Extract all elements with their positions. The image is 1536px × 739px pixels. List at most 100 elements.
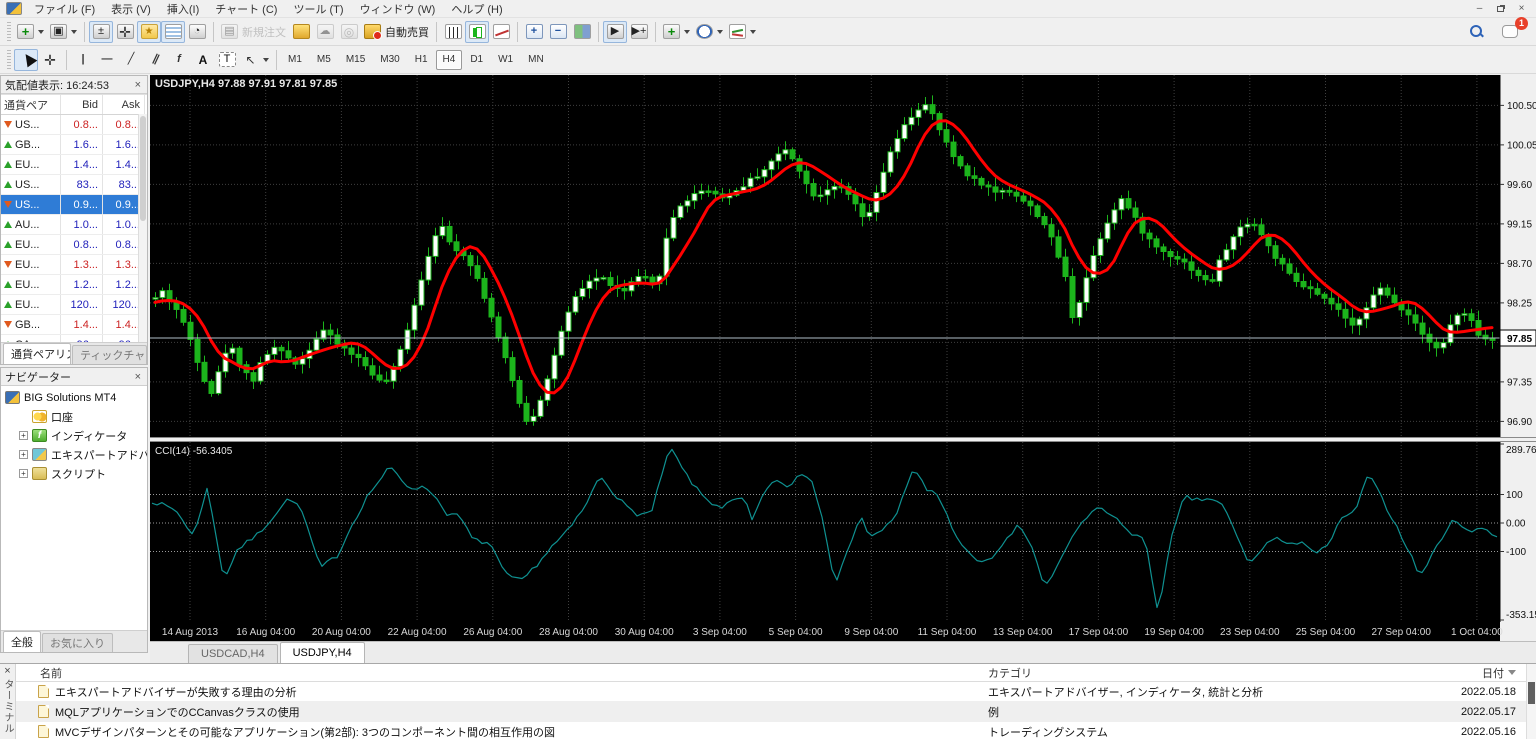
crosshair-tool-button[interactable]: ✛ (38, 49, 62, 71)
market-watch-toggle-button[interactable]: ± (89, 20, 113, 43)
timeframe-mn[interactable]: MN (521, 50, 551, 70)
timeframe-m1[interactable]: M1 (281, 50, 309, 70)
column-header-category[interactable]: カテゴリ (988, 665, 1440, 681)
timeframe-m15[interactable]: M15 (339, 50, 372, 70)
market-watch-row[interactable]: AU... 1.0... 1.0... (1, 215, 147, 235)
profiles-button[interactable]: ▣ (47, 21, 80, 43)
vertical-line-tool-button[interactable]: | (71, 49, 95, 71)
navigator-tab-1[interactable]: お気に入り (42, 633, 113, 652)
expand-icon[interactable]: + (19, 450, 28, 459)
zoom-out-button[interactable]: − (546, 21, 570, 43)
menu-item-2[interactable]: 挿入(I) (159, 3, 207, 17)
new-order-button[interactable]: ▤ 新規注文 (218, 21, 289, 43)
market-watch-row[interactable]: EU... 1.4... 1.4... (1, 155, 147, 175)
timeframe-m30[interactable]: M30 (373, 50, 406, 70)
market-watch-row[interactable]: GB... 1.4... 1.4... (1, 315, 147, 335)
menu-item-4[interactable]: ツール (T) (285, 3, 351, 17)
toolbar-separator (84, 21, 85, 42)
menu-item-5[interactable]: ウィンドウ (W) (352, 3, 444, 17)
chart-tab-usdcad-h4[interactable]: USDCAD,H4 (188, 644, 278, 663)
chart-tab-usdjpy-h4[interactable]: USDJPY,H4 (279, 642, 365, 663)
toolbox-vertical-tab[interactable]: ターミナル (0, 679, 15, 734)
bar-chart-mode-button[interactable] (441, 21, 465, 43)
menu-item-1[interactable]: 表示 (V) (103, 3, 159, 17)
column-header-bid[interactable]: Bid (61, 95, 103, 114)
column-header-symbol[interactable]: 通貨ペア (1, 95, 61, 114)
navigator-item[interactable]: + スクリプト (1, 464, 147, 483)
trendline-tool-button[interactable]: ╱ (119, 49, 143, 71)
navigator-tab-0[interactable]: 全般 (3, 631, 41, 652)
column-header-name[interactable]: 名前 (16, 665, 988, 681)
menu-item-3[interactable]: チャート (C) (207, 3, 285, 17)
close-button[interactable]: × (1513, 2, 1530, 15)
restore-button[interactable] (1492, 2, 1509, 15)
navigator-item[interactable]: 口座 (1, 407, 147, 426)
market-watch-row[interactable]: US... 0.8... 0.8... (1, 115, 147, 135)
chart-window[interactable]: 14 Aug 2013 16 Aug 04:00 20 Aug 04:00 22 Au… (150, 75, 1536, 663)
column-header-date[interactable]: 日付 (1440, 665, 1526, 681)
horizontal-line-tool-button[interactable]: — (95, 49, 119, 71)
search-button[interactable] (1464, 21, 1488, 43)
close-icon[interactable]: × (4, 665, 10, 677)
expand-icon[interactable]: + (19, 431, 28, 440)
navigator-item[interactable]: + エキスパートアドバイザ (1, 445, 147, 464)
chat-service-button[interactable]: ☁ (313, 21, 337, 43)
templates-list-button[interactable] (726, 21, 759, 43)
cursor-tool-button[interactable] (14, 48, 38, 71)
market-watch-row[interactable]: EU... 0.8... 0.8... (1, 235, 147, 255)
tile-windows-button[interactable] (570, 21, 594, 43)
shapes-tool-button[interactable]: ↖ (239, 49, 272, 71)
market-watch-tab-1[interactable]: ティックチャート (72, 345, 147, 364)
toolbar-grip[interactable] (7, 49, 11, 70)
chart-shift-button[interactable]: ▶+ (627, 21, 651, 43)
timeframe-h1[interactable]: H1 (408, 50, 435, 70)
notifications-button[interactable]: 1 (1498, 16, 1528, 43)
indicators-list-button[interactable]: + (660, 21, 693, 43)
strategy-tester-button[interactable]: ◔ (185, 21, 209, 43)
mql5-community-button[interactable] (289, 21, 313, 43)
terminal-toggle-button[interactable] (161, 20, 185, 43)
candlestick-mode-button[interactable] (465, 20, 489, 43)
market-watch-row[interactable]: CA...96...96... (1, 335, 147, 342)
navigator-toggle-button[interactable]: ★ (137, 20, 161, 43)
market-watch-tab-0[interactable]: 通貨ペアリスト (3, 343, 72, 364)
navigator-item[interactable]: + f インディケータ (1, 426, 147, 445)
zoom-in-button[interactable]: + (522, 21, 546, 43)
timeframe-h4[interactable]: H4 (435, 49, 463, 70)
chart-canvas[interactable]: 14 Aug 2013 16 Aug 04:00 20 Aug 04:00 22 Au… (150, 75, 1536, 641)
close-icon[interactable]: × (133, 371, 143, 383)
text-label-tool-button[interactable]: T (215, 49, 239, 71)
market-watch-row[interactable]: EU... 120... 120... (1, 295, 147, 315)
article-row[interactable]: MQLアプリケーションでのCCanvasクラスの使用 例 2022.05.17 (16, 702, 1526, 722)
auto-scroll-button[interactable]: ▶ (603, 20, 627, 43)
timeframe-w1[interactable]: W1 (491, 50, 520, 70)
new-chart-button[interactable]: + (14, 21, 47, 43)
menu-item-6[interactable]: ヘルプ (H) (443, 3, 510, 17)
timeframe-m5[interactable]: M5 (310, 50, 338, 70)
minimize-button[interactable]: – (1471, 2, 1488, 15)
article-row[interactable]: MVCデザインパターンとその可能なアプリケーション(第2部): 3つのコンポーネ… (16, 722, 1526, 739)
text-tool-button[interactable]: A (191, 49, 215, 71)
column-header-ask[interactable]: Ask (103, 95, 145, 114)
market-watch-row[interactable]: EU... 1.3... 1.3... (1, 255, 147, 275)
menu-item-0[interactable]: ファイル (F) (26, 3, 103, 17)
toolbox-scrollbar[interactable] (1526, 664, 1536, 739)
market-watch-row[interactable]: EU... 1.2... 1.2... (1, 275, 147, 295)
line-chart-mode-button[interactable] (489, 21, 513, 43)
navigator-item[interactable]: BIG Solutions MT4 (1, 388, 147, 407)
market-watch-row[interactable]: GB... 1.6... 1.6... (1, 135, 147, 155)
data-window-button[interactable]: ✛ (113, 21, 137, 43)
toolbar-grip[interactable] (7, 21, 11, 42)
market-watch-row[interactable]: US... 83... 83... (1, 175, 147, 195)
autotrading-button[interactable]: 自動売買 (361, 21, 432, 43)
article-row[interactable]: エキスパートアドバイザーが失敗する理由の分析 エキスパートアドバイザー, インディ… (16, 682, 1526, 702)
expand-icon[interactable]: + (19, 469, 28, 478)
timeframe-d1[interactable]: D1 (463, 50, 490, 70)
market-watch-scrollbar[interactable] (138, 114, 147, 342)
market-watch-row[interactable]: US... 0.9... 0.9... (1, 195, 147, 215)
channel-tool-button[interactable]: ∥ (143, 49, 167, 71)
news-service-button[interactable]: ◎ (337, 21, 361, 43)
close-icon[interactable]: × (133, 79, 143, 91)
periods-list-button[interactable] (693, 21, 726, 43)
fibonacci-tool-button[interactable]: f (167, 49, 191, 71)
